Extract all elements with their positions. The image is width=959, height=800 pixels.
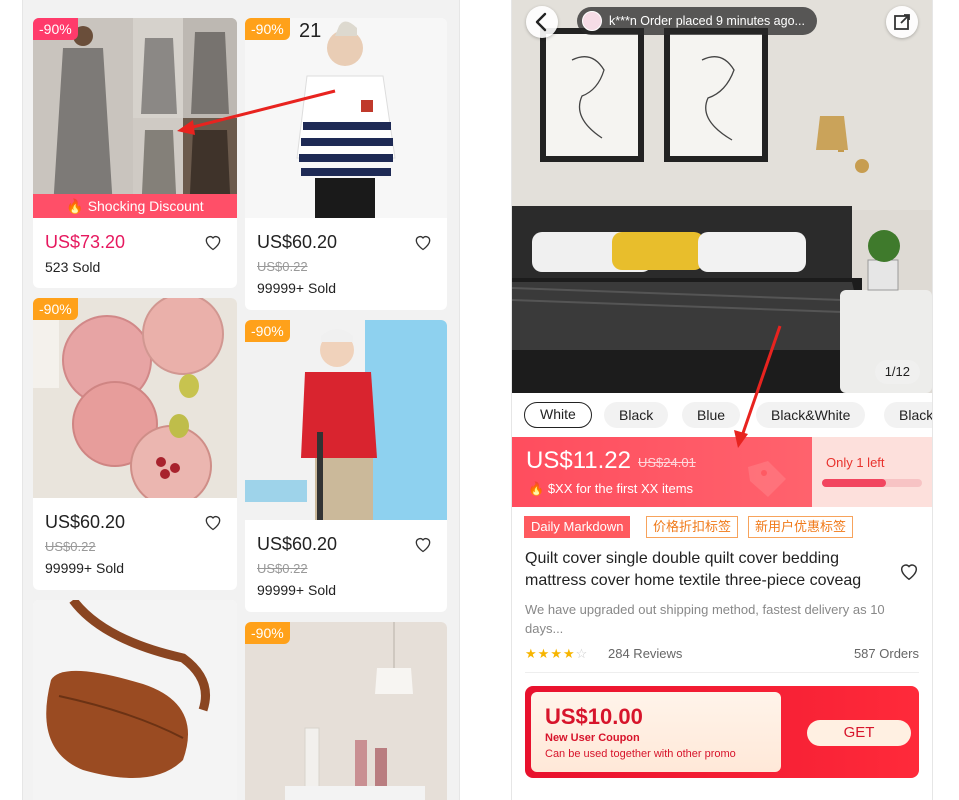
annotation-arrow [177,89,336,135]
product-detail-screen: k***n Order placed 9 minutes ago... 1/12… [511,0,933,800]
annotation-arrow [734,325,782,448]
product-feed-screen: 🔥 Shocking Discount -90% US$73.20 523 So… [22,0,460,800]
